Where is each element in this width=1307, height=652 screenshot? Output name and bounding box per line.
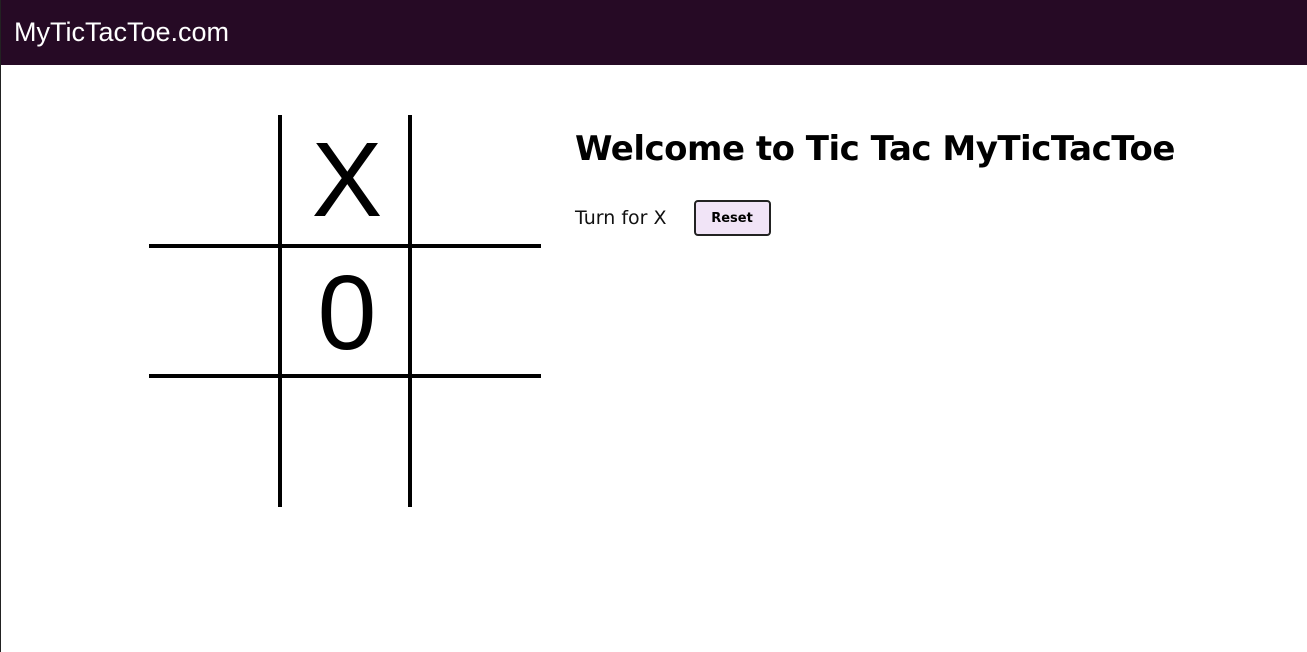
- turn-indicator: Turn for X: [575, 207, 667, 229]
- board-cell-4[interactable]: 0: [282, 248, 412, 378]
- page: MyTicTacToe.com X 0 Welcome to Tic Tac M…: [0, 0, 1307, 652]
- board-cell-6[interactable]: [149, 378, 279, 508]
- game-panel: Welcome to Tic Tac MyTicTacToe Turn for …: [575, 125, 1275, 236]
- tic-tac-toe-board: X 0: [149, 115, 541, 507]
- board-cell-0[interactable]: [149, 115, 279, 245]
- brand-link[interactable]: MyTicTacToe.com: [14, 14, 229, 50]
- board-cell-5[interactable]: [412, 248, 542, 378]
- status-row: Turn for X Reset: [575, 200, 771, 236]
- board-cell-2[interactable]: [412, 115, 542, 245]
- reset-button[interactable]: Reset: [693, 200, 771, 236]
- board-cell-3[interactable]: [149, 248, 279, 378]
- navbar: MyTicTacToe.com: [1, 0, 1307, 65]
- board-cell-7[interactable]: [282, 378, 412, 508]
- page-title: Welcome to Tic Tac MyTicTacToe: [575, 129, 1175, 169]
- board-cell-8[interactable]: [412, 378, 542, 508]
- board-cell-1[interactable]: X: [282, 115, 412, 245]
